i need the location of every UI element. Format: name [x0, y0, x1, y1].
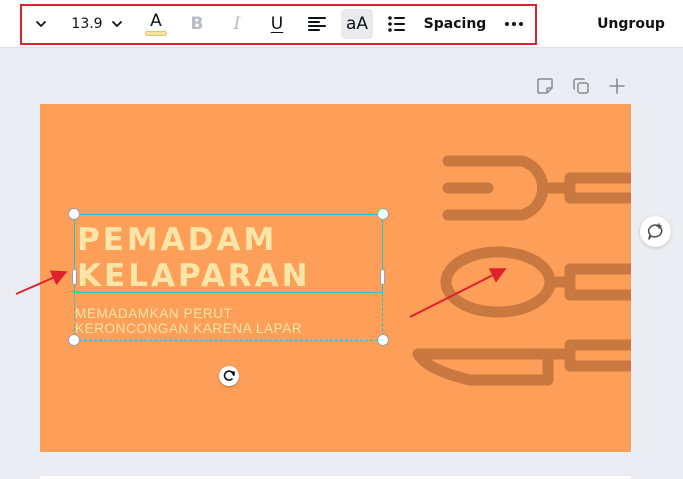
add-page-icon — [609, 78, 625, 94]
title-selection-box — [74, 214, 383, 293]
resize-handle-top-right[interactable] — [377, 208, 389, 220]
rotate-handle[interactable] — [219, 366, 239, 386]
text-toolbar: 13.9 A B I U aA Spacing Ungroup — [0, 0, 683, 48]
add-comment-button[interactable] — [640, 216, 671, 247]
add-comment-icon — [647, 222, 662, 240]
ungroup-button[interactable]: Ungroup — [594, 0, 668, 48]
add-note-button[interactable] — [536, 77, 554, 95]
duplicate-page-button[interactable] — [572, 77, 590, 95]
resize-handle-left[interactable] — [72, 269, 77, 285]
toolbar-highlight-box — [20, 4, 537, 45]
knife-shape — [412, 348, 554, 386]
rotate-icon — [223, 370, 235, 381]
note-icon — [537, 78, 553, 94]
duplicate-icon — [573, 78, 589, 94]
resize-handle-top-left[interactable] — [68, 208, 80, 220]
resize-handle-bottom-right[interactable] — [377, 334, 389, 346]
resize-handle-right[interactable] — [380, 269, 385, 285]
spoon-shape — [440, 246, 556, 318]
add-page-button[interactable] — [608, 77, 626, 95]
resize-handle-bottom-left[interactable] — [68, 334, 80, 346]
